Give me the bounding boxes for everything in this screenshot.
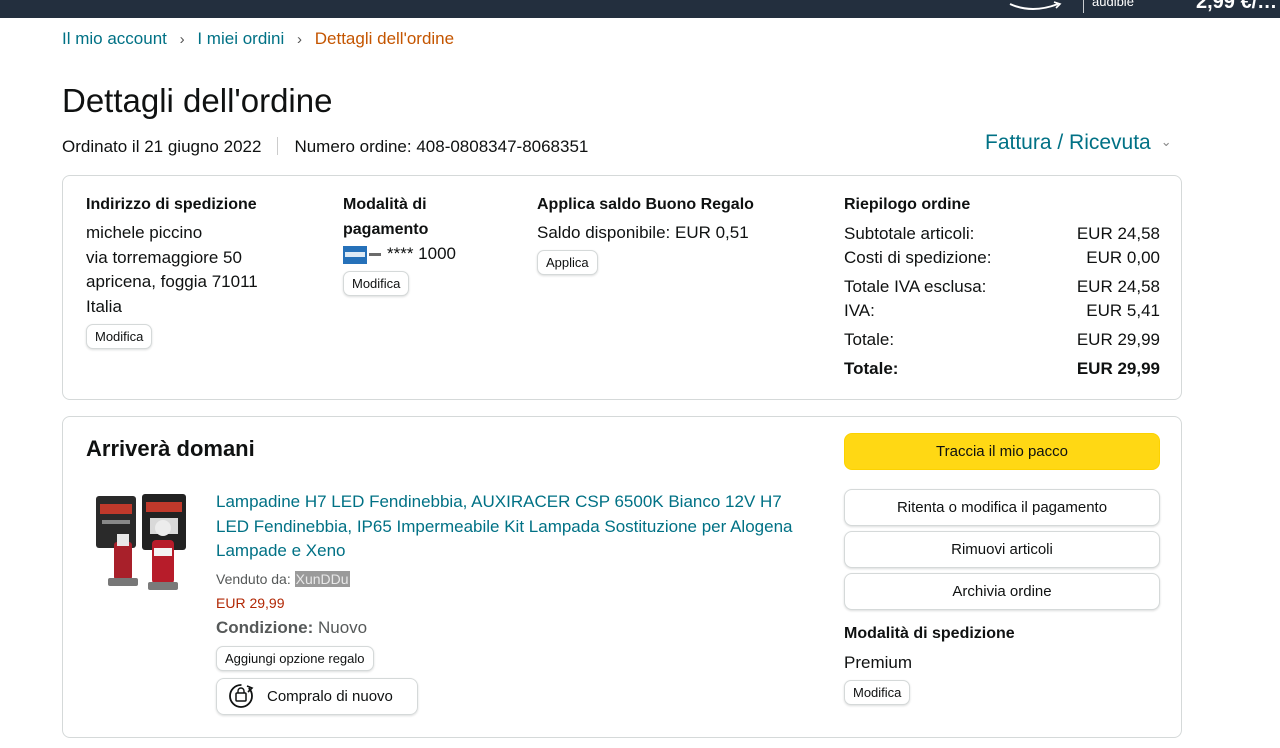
prime-video-logo-icon[interactable] (1002, 0, 1072, 14)
topbar-price-banner[interactable]: 2,99 €/… (1196, 0, 1277, 14)
chevron-down-icon: ⌄ (1160, 134, 1172, 149)
shipment-card: Arriverà domani Lampadine H7 LED Fendine… (62, 416, 1182, 738)
product-title-link[interactable]: Lampadine H7 LED Fendinebbia, AUXIRACER … (216, 490, 816, 564)
summary-label: IVA: (844, 301, 875, 320)
invoice-dropdown[interactable]: Fattura / Ricevuta ⌄ (985, 131, 1172, 155)
summary-label: Totale: (844, 330, 895, 349)
gift-card-section: Applica saldo Buono Regalo Saldo disponi… (537, 192, 797, 275)
summary-row-total: Totale: EUR 29,99 (844, 328, 1160, 352)
seller-name[interactable]: XunDDu (294, 570, 350, 587)
shipping-address-section: Indirizzo di spedizione michele piccino … (86, 192, 316, 349)
card-digits: **** 1000 (387, 244, 457, 263)
delivery-status-heading: Arriverà domani (86, 436, 255, 461)
product-details: Lampadine H7 LED Fendinebbia, AUXIRACER … (216, 490, 816, 715)
track-package-button[interactable]: Traccia il mio pacco (844, 433, 1160, 470)
condition-label: Condizione: (216, 617, 314, 637)
address-city: apricena, foggia 71011 (86, 272, 258, 291)
buy-again-label: Compralo di nuovo (267, 687, 393, 705)
buy-again-icon (229, 684, 254, 708)
archive-order-button[interactable]: Archivia ordine (844, 573, 1160, 610)
condition-value: Nuovo (318, 617, 368, 637)
order-meta: Ordinato il 21 giugno 2022 Numero ordine:… (62, 137, 588, 157)
page-title: Dettagli dell'ordine (62, 82, 333, 119)
summary-value: EUR 24,58 (1076, 277, 1160, 296)
breadcrumb-separator: › (297, 31, 303, 48)
summary-value: EUR 5,41 (1086, 301, 1160, 320)
product-image[interactable] (90, 490, 208, 600)
summary-row-vat: IVA: EUR 5,41 (844, 299, 1160, 323)
summary-label: Subtotale articoli: (844, 224, 975, 243)
summary-value: EUR 29,99 (1076, 330, 1160, 349)
edit-shipping-method-button[interactable]: Modifica (844, 680, 911, 705)
order-info-card: Indirizzo di spedizione michele piccino … (62, 175, 1182, 400)
retry-payment-button[interactable]: Ritenta o modifica il pagamento (844, 489, 1160, 526)
seller-label: Venduto da: (216, 570, 291, 587)
order-actions: Traccia il mio pacco Ritenta o modifica … (844, 433, 1160, 705)
summary-row-grand-total: Totale: EUR 29,99 (844, 357, 1160, 381)
address-name: michele piccino (86, 223, 203, 242)
summary-row-shipping: Costi di spedizione: EUR 0,00 (844, 246, 1160, 270)
payment-heading-line1: Modalità di (343, 196, 427, 213)
address-country: Italia (86, 296, 122, 316)
add-gift-option-button[interactable]: Aggiungi opzione regalo (216, 645, 374, 671)
invoice-label: Fattura / Ricevuta (985, 131, 1151, 154)
breadcrumb-current: Dettagli dell'ordine (314, 29, 455, 48)
order-summary-heading: Riepilogo ordine (844, 196, 971, 213)
breadcrumb-separator: › (179, 31, 185, 48)
remove-items-button[interactable]: Rimuovi articoli (844, 531, 1160, 568)
shipping-method-value: Premium (844, 653, 913, 672)
breadcrumb: Il mio account › I miei ordini › Dettagl… (62, 29, 454, 49)
amex-card-icon (343, 245, 381, 264)
seller-line: Venduto da: XunDDu (216, 568, 816, 590)
condition-line: Condizione: Nuovo (216, 616, 816, 640)
shipping-address-heading: Indirizzo di spedizione (86, 196, 257, 213)
address-street: via torremaggiore 50 (86, 247, 242, 267)
summary-value: EUR 29,99 (1076, 359, 1160, 378)
audible-link[interactable]: audible (1092, 0, 1134, 9)
breadcrumb-account-link[interactable]: Il mio account (62, 29, 167, 48)
order-date: Ordinato il 21 giugno 2022 (62, 137, 262, 156)
order-number: Numero ordine: 408-0808347-8068351 (294, 137, 589, 156)
summary-rows: Subtotale articoli: EUR 24,58 Costi di sp… (844, 222, 1160, 381)
meta-divider (277, 137, 279, 155)
summary-label: Totale IVA esclusa: (844, 277, 987, 296)
summary-row-subtotal: Subtotale articoli: EUR 24,58 (844, 222, 1160, 246)
buy-again-button[interactable]: Compralo di nuovo (216, 677, 418, 715)
gift-card-heading: Applica saldo Buono Regalo (537, 196, 754, 213)
gift-card-balance: Saldo disponibile: EUR 0,51 (537, 223, 749, 242)
payment-heading-line2: pagamento (343, 221, 429, 238)
topbar-divider (1083, 0, 1084, 13)
apply-gift-balance-button[interactable]: Applica (537, 249, 598, 275)
breadcrumb-orders-link[interactable]: I miei ordini (197, 29, 284, 48)
top-navigation-bar: audible 2,99 €/… (0, 0, 1280, 18)
payment-section: Modalità di pagamento **** 1000 Modifica (343, 192, 513, 296)
summary-label: Costi di spedizione: (844, 248, 992, 267)
summary-value: EUR 0,00 (1086, 248, 1160, 267)
order-summary-section: Riepilogo ordine Subtotale articoli: EUR … (844, 192, 1160, 381)
summary-row-net-total: Totale IVA esclusa: EUR 24,58 (844, 275, 1160, 299)
summary-value: EUR 24,58 (1076, 224, 1160, 243)
product-price: EUR 29,99 (216, 594, 285, 611)
edit-payment-button[interactable]: Modifica (343, 270, 410, 296)
edit-address-button[interactable]: Modifica (86, 324, 153, 349)
summary-label: Totale: (844, 359, 899, 378)
shipping-method-heading: Modalità di spedizione (844, 625, 1015, 642)
